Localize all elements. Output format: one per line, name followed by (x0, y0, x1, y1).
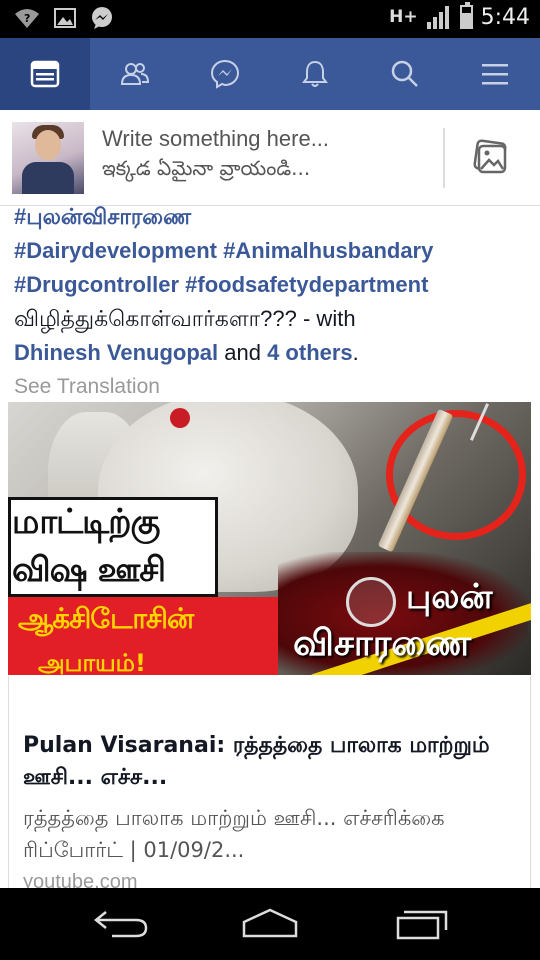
hashtag-line[interactable]: #Drugcontroller #foodsafetydepartment (14, 268, 534, 302)
news-feed-icon (30, 60, 60, 88)
clock: 5:44 (480, 4, 530, 30)
android-nav-bar (0, 888, 540, 960)
hashtag-tamil[interactable]: #புலன்விசாரணை (14, 200, 534, 234)
period: . (352, 340, 359, 365)
link-preview-card[interactable]: Pulan Visaranai: ரத்தத்தை பாலாக மாற்றும்… (8, 676, 531, 896)
search-icon (391, 60, 418, 87)
image-icon (54, 8, 76, 28)
banner-logo-line2: விசாரணை (293, 622, 472, 664)
tag-line: Dhinesh Venugopal and 4 others. (14, 336, 534, 370)
see-translation-link[interactable]: See Translation (14, 370, 534, 404)
banner-headline-line2: விஷ ஊசி (12, 550, 166, 590)
post-body-line: விழித்துக்கொள்வார்களா??? - with (14, 306, 356, 331)
home-icon[interactable] (240, 906, 300, 940)
banner-yellow-text: அபாயம்! (38, 649, 146, 675)
bell-icon (302, 60, 328, 87)
pulan-visaranai-logo (346, 577, 396, 627)
post-text: #புலன்விசாரணை #Dairydevelopment #Animalh… (14, 200, 534, 404)
composer-input[interactable]: Write something here... ఇక్కడ ఏమైనా వ్రా… (102, 126, 329, 185)
wifi-question-icon: ? (15, 9, 39, 28)
avatar[interactable] (12, 122, 84, 194)
tab-notifications[interactable] (270, 38, 360, 110)
link-title[interactable]: Pulan Visaranai: ரத்தத்தை பாலாக மாற்றும்… (23, 730, 493, 794)
back-icon[interactable] (92, 906, 150, 940)
tagged-user-link[interactable]: Dhinesh Venugopal (14, 340, 218, 365)
messenger-icon (92, 7, 112, 29)
tab-search[interactable] (360, 38, 450, 110)
status-right-icons: H+ 5:44 (389, 2, 530, 30)
banner-logo-line1: புலன் (406, 577, 493, 617)
friends-icon (120, 63, 150, 85)
svg-text:?: ? (24, 12, 30, 25)
tab-friends[interactable] (90, 38, 180, 110)
banner-headline-line1: மாட்டிற்கு (12, 502, 160, 542)
tab-news-feed[interactable] (0, 38, 90, 110)
menu-icon (482, 64, 508, 85)
status-bar: ? H+ 5:44 (0, 0, 540, 38)
signal-icon (426, 6, 449, 29)
others-link[interactable]: 4 others (267, 340, 353, 365)
composer-placeholder[interactable]: Write something here... (102, 126, 329, 152)
banner-red-text: ஆக்சிடோசின் (18, 602, 194, 635)
composer-placeholder-telugu[interactable]: ఇక్కడ ఏమైనా వ్రాయండి... (102, 156, 329, 185)
status-composer[interactable]: Write something here... ఇక్కడ ఏమైనా వ్రా… (0, 110, 540, 206)
status-left-icons: ? (14, 6, 114, 30)
link-preview-image[interactable]: மாட்டிற்கு விஷ ஊசி ஆக்சிடோசின் அபாயம்! ப… (8, 402, 531, 675)
and-text: and (218, 340, 268, 365)
tab-menu[interactable] (450, 38, 540, 110)
network-type: H+ (389, 7, 418, 27)
recents-icon[interactable] (394, 906, 450, 940)
hashtag-line[interactable]: #Dairydevelopment #Animalhusbandary (14, 234, 534, 268)
photo-icon[interactable] (472, 138, 510, 176)
link-description: ரத்தத்தை பாலாக மாற்றும் ஊசி... எச்சரிக்க… (23, 806, 445, 862)
tab-messenger[interactable] (180, 38, 270, 110)
battery-icon (459, 2, 473, 29)
facebook-nav-bar (0, 38, 540, 110)
composer-divider (443, 128, 445, 188)
messenger-icon (210, 59, 240, 89)
